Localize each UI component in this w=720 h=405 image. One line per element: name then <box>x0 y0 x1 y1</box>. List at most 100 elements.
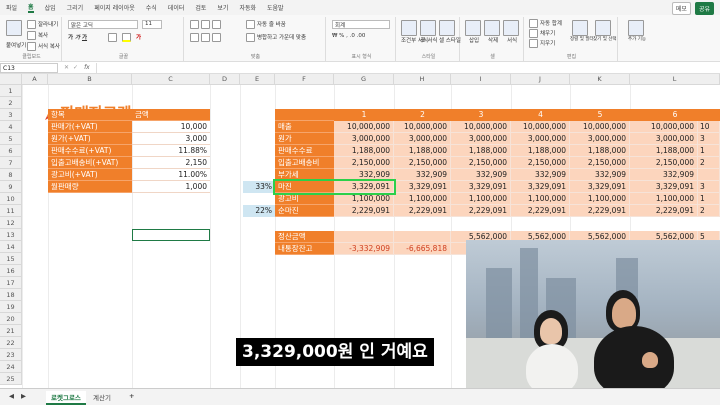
input-value[interactable]: 2,150 <box>132 157 210 169</box>
next-sheet-icon[interactable]: ▶ <box>16 391 31 401</box>
row-header[interactable]: 20 <box>0 313 22 325</box>
cash-value[interactable]: -6,665,818 <box>394 243 451 255</box>
month-value[interactable]: 10,000,000 <box>451 121 511 133</box>
column-header[interactable]: B <box>48 74 132 85</box>
month-value[interactable]: 1,100,000 <box>451 193 511 205</box>
month-value[interactable]: 2,229,091 <box>451 205 511 217</box>
month-value[interactable]: 2,229,091 <box>334 205 394 217</box>
align-left-button[interactable] <box>190 33 223 42</box>
column-header[interactable]: J <box>511 74 570 85</box>
row-header[interactable]: 21 <box>0 325 22 337</box>
row-header[interactable]: 8 <box>0 169 22 181</box>
month-value[interactable]: 1,100,000 <box>394 193 451 205</box>
month-value[interactable]: 2,150,000 <box>394 157 451 169</box>
row-header[interactable]: 15 <box>0 253 22 265</box>
row-header[interactable]: 9 <box>0 181 22 193</box>
month-value[interactable]: 1,100,000 <box>511 193 570 205</box>
find-select-button[interactable]: 찾기 및 선택 <box>593 20 617 42</box>
align-top-button[interactable] <box>190 20 223 29</box>
border-button[interactable] <box>108 33 119 42</box>
menu-tab[interactable]: 수식 <box>146 3 157 12</box>
format-painter-button[interactable]: 서식 복사 <box>27 42 60 51</box>
month-value[interactable]: 2,229,091 <box>511 205 570 217</box>
column-header[interactable]: C <box>132 74 210 85</box>
column-header[interactable]: I <box>451 74 511 85</box>
month-value[interactable]: 10,000,000 <box>630 121 698 133</box>
cash-value[interactable]: -3,332,909 <box>334 243 394 255</box>
cell-style-button[interactable]: 셀 스타일 <box>439 20 461 44</box>
number-format-select[interactable]: 회계 <box>332 20 390 29</box>
share-button[interactable]: 공유 <box>694 2 714 15</box>
confirm-icon[interactable]: ✓ <box>73 64 78 71</box>
month-value[interactable]: 3,329,091 <box>570 181 630 193</box>
active-cell[interactable] <box>132 229 210 241</box>
bold-button[interactable]: 가 가 가 <box>68 33 87 41</box>
row-header[interactable]: 22 <box>0 337 22 349</box>
menu-tab[interactable]: 자동화 <box>239 3 256 12</box>
row-header[interactable]: 18 <box>0 289 22 301</box>
row-header[interactable]: 7 <box>0 157 22 169</box>
font-name-select[interactable]: 맑은 고딕 <box>68 20 138 29</box>
column-header[interactable]: A <box>22 74 48 85</box>
input-value[interactable]: 11.00% <box>132 169 210 181</box>
table-format-button[interactable]: 표 서식 <box>420 20 438 44</box>
month-value[interactable]: 332,909 <box>394 169 451 181</box>
column-header[interactable]: K <box>570 74 630 85</box>
month-value[interactable]: 2,150,000 <box>570 157 630 169</box>
month-value[interactable]: 2,150,000 <box>334 157 394 169</box>
month-value[interactable]: 332,909 <box>511 169 570 181</box>
fx-icon[interactable]: fx <box>84 64 90 71</box>
settle-value[interactable] <box>334 231 394 243</box>
conditional-format-button[interactable]: 조건부 서식 <box>401 20 428 44</box>
currency-button[interactable]: ₩ % , .0 .00 <box>332 33 365 39</box>
month-value[interactable]: 3,000,000 <box>334 133 394 145</box>
clear-button[interactable]: 지우기 <box>529 39 555 48</box>
formula-input[interactable] <box>95 62 720 73</box>
month-value[interactable]: 2,229,091 <box>394 205 451 217</box>
month-value[interactable]: 1,188,000 <box>451 145 511 157</box>
month-value[interactable]: 2,229,091 <box>630 205 698 217</box>
column-header[interactable]: E <box>240 74 275 85</box>
fill-color-button[interactable] <box>122 33 133 42</box>
row-header[interactable]: 1 <box>0 85 22 97</box>
month-value[interactable]: 3,000,000 <box>451 133 511 145</box>
cut-button[interactable]: 잘라내기 <box>27 20 58 29</box>
month-value[interactable]: 1,188,000 <box>394 145 451 157</box>
row-header[interactable]: 3 <box>0 109 22 121</box>
add-sheet-button[interactable]: + <box>124 391 139 401</box>
month-value[interactable]: 2,150,000 <box>451 157 511 169</box>
name-box[interactable]: C13 <box>0 62 58 73</box>
format-cells-button[interactable]: 서식 <box>503 20 521 44</box>
month-value[interactable]: 3,000,000 <box>394 133 451 145</box>
row-header[interactable]: 17 <box>0 277 22 289</box>
sort-filter-button[interactable]: 정렬 및 필터 <box>570 20 594 42</box>
corner-cell[interactable] <box>0 74 22 85</box>
row-header[interactable]: 11 <box>0 205 22 217</box>
font-size-select[interactable]: 11 <box>142 20 162 29</box>
row-header[interactable]: 4 <box>0 121 22 133</box>
insert-cells-button[interactable]: 삽입 <box>465 20 483 44</box>
row-header[interactable]: 16 <box>0 265 22 277</box>
row-header[interactable]: 2 <box>0 97 22 109</box>
month-value[interactable]: 2,150,000 <box>630 157 698 169</box>
menu-tab[interactable]: 홈 <box>28 2 34 13</box>
row-header[interactable]: 13 <box>0 229 22 241</box>
month-value[interactable]: 10,000,000 <box>334 121 394 133</box>
row-header[interactable]: 10 <box>0 193 22 205</box>
row-header[interactable]: 14 <box>0 241 22 253</box>
merge-center-button[interactable]: 병합하고 가운데 맞춤 <box>246 33 306 42</box>
month-value[interactable]: 332,909 <box>630 169 698 181</box>
input-value[interactable]: 11.88% <box>132 145 210 157</box>
column-header[interactable]: L <box>630 74 720 85</box>
menu-tab[interactable]: 데이터 <box>168 3 185 12</box>
input-value[interactable]: 10,000 <box>132 121 210 133</box>
settle-value[interactable] <box>394 231 451 243</box>
fill-button[interactable]: 채우기 <box>529 29 555 38</box>
row-header[interactable]: 23 <box>0 349 22 361</box>
month-value[interactable]: 3,329,091 <box>511 181 570 193</box>
sheet-tab-rocket-growth[interactable]: 로켓그로스 <box>46 391 86 405</box>
wrap-text-button[interactable]: 자동 줄 바꿈 <box>246 20 286 29</box>
month-value[interactable]: 1,188,000 <box>630 145 698 157</box>
menu-tab[interactable]: 삽입 <box>45 3 56 12</box>
comment-button[interactable]: 메모 <box>671 2 691 15</box>
